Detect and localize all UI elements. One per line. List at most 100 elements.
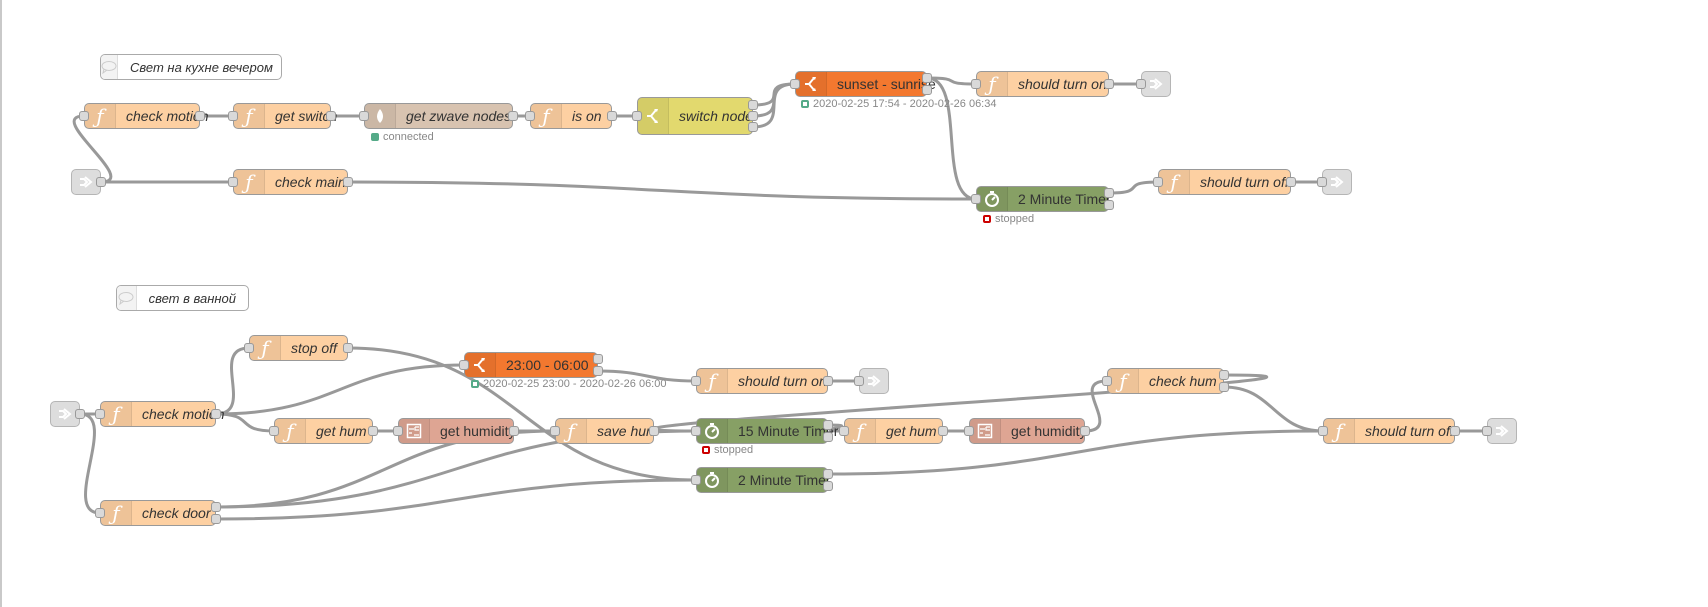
- node-should-turn-on[interactable]: ƒ should turn on: [971, 71, 1114, 97]
- input-port[interactable]: [1153, 177, 1163, 187]
- output-port-2[interactable]: [593, 366, 603, 376]
- output-port[interactable]: [1450, 426, 1460, 436]
- output-port[interactable]: [368, 426, 378, 436]
- wire-f1-switch_node-to-f1-sunset_sunrise[interactable]: [752, 82, 796, 107]
- output-port-2[interactable]: [1219, 382, 1229, 392]
- output-port[interactable]: [211, 409, 221, 419]
- node-stop-off[interactable]: ƒ stop off: [244, 335, 353, 361]
- node-should-turn-off[interactable]: ƒ should turn off: [1318, 418, 1460, 444]
- output-port[interactable]: [1104, 79, 1114, 89]
- output-port-3[interactable]: [748, 122, 758, 132]
- input-port[interactable]: [691, 376, 701, 386]
- output-port[interactable]: [508, 111, 518, 121]
- output-port[interactable]: [326, 111, 336, 121]
- input-port[interactable]: [459, 360, 469, 370]
- output-port-1[interactable]: [823, 420, 833, 430]
- wire-f2-check_door-to-f2-timer_2min[interactable]: [215, 478, 697, 521]
- node-2-minute-timer[interactable]: 2 Minute Timer: [691, 467, 833, 493]
- input-port[interactable]: [228, 111, 238, 121]
- wire-f1-sunset_sunrise-to-f1-timer_2min[interactable]: [926, 76, 977, 201]
- node-check-hum[interactable]: ƒ check hum: [1102, 368, 1229, 394]
- wire-f2-get_humidity_2-to-f2-check_hum[interactable]: [1084, 379, 1108, 433]
- node-save-hum[interactable]: ƒ save hum: [550, 418, 659, 444]
- output-port[interactable]: [823, 376, 833, 386]
- output-port[interactable]: [195, 111, 205, 121]
- output-port[interactable]: [343, 177, 353, 187]
- wire-f2-check_motion-to-f2-time_23_06[interactable]: [215, 363, 465, 416]
- input-port[interactable]: [971, 194, 981, 204]
- output-port[interactable]: [509, 426, 519, 436]
- output-port-1[interactable]: [1104, 188, 1114, 198]
- node-check-main[interactable]: ƒ check main: [228, 169, 353, 195]
- output-port-1[interactable]: [823, 469, 833, 479]
- input-port[interactable]: [1482, 426, 1492, 436]
- node-get-humidity[interactable]: get humidity: [393, 418, 519, 444]
- wire-f1-switch_node-to-f1-sunset_sunrise[interactable]: [752, 82, 796, 129]
- input-port[interactable]: [550, 426, 560, 436]
- output-port-2[interactable]: [823, 432, 833, 442]
- link-out-node[interactable]: [1482, 418, 1517, 444]
- output-port-1[interactable]: [1219, 370, 1229, 380]
- wire-f1-check_main-to-f1-timer_2min[interactable]: [347, 180, 977, 201]
- input-port[interactable]: [244, 343, 254, 353]
- input-port[interactable]: [95, 409, 105, 419]
- wire-f2-check_motion-to-f2-get_hum_1[interactable]: [215, 412, 275, 433]
- output-port-2[interactable]: [922, 85, 932, 95]
- output-port[interactable]: [75, 409, 85, 419]
- node-get-humidity[interactable]: get humidity: [964, 418, 1090, 444]
- input-port[interactable]: [632, 111, 642, 121]
- node-switch-node[interactable]: switch node: [632, 97, 758, 135]
- output-port[interactable]: [1080, 426, 1090, 436]
- node-check-motion[interactable]: ƒ check motion: [79, 103, 208, 129]
- input-port[interactable]: [691, 426, 701, 436]
- node-check-door[interactable]: ƒ check door: [95, 500, 221, 526]
- wire-f1-timer_2min-to-f1-should_turn_off[interactable]: [1108, 180, 1159, 195]
- output-port-1[interactable]: [593, 354, 603, 364]
- node-should-turn-on[interactable]: ƒ should turn on: [691, 368, 833, 394]
- output-port[interactable]: [96, 177, 106, 187]
- node-get-zwave-nodes[interactable]: get zwave nodes: [359, 103, 518, 129]
- output-port-2[interactable]: [748, 111, 758, 121]
- node-get-switch[interactable]: ƒ get switch: [228, 103, 337, 129]
- input-port[interactable]: [854, 376, 864, 386]
- link-out-node[interactable]: [854, 368, 889, 394]
- input-port[interactable]: [79, 111, 89, 121]
- input-port[interactable]: [393, 426, 403, 436]
- input-port[interactable]: [1317, 177, 1327, 187]
- link-out-node[interactable]: [1136, 71, 1171, 97]
- input-port[interactable]: [1136, 79, 1146, 89]
- output-port-2[interactable]: [1104, 200, 1114, 210]
- input-port[interactable]: [1102, 376, 1112, 386]
- output-port[interactable]: [649, 426, 659, 436]
- output-port-2[interactable]: [823, 481, 833, 491]
- wire-f1-switch_node-to-f1-sunset_sunrise[interactable]: [752, 82, 796, 118]
- node-sunset-sunrise[interactable]: sunset - sunrise: [790, 71, 936, 97]
- output-port-1[interactable]: [922, 73, 932, 83]
- node-should-turn-off[interactable]: ƒ should turn off: [1153, 169, 1296, 195]
- node-get-hum[interactable]: ƒ get hum: [269, 418, 378, 444]
- link-in-node[interactable]: [50, 401, 85, 427]
- output-port[interactable]: [938, 426, 948, 436]
- wire-f2-check_hum-to-f2-should_turn_off[interactable]: [1223, 385, 1324, 433]
- output-port-2[interactable]: [211, 514, 221, 524]
- input-port[interactable]: [839, 426, 849, 436]
- wire-f2-link_in-to-f2-check_door[interactable]: [79, 412, 101, 515]
- node-time-23-06[interactable]: 23:00 - 06:00: [459, 352, 603, 378]
- output-port-1[interactable]: [211, 502, 221, 512]
- output-port[interactable]: [607, 111, 617, 121]
- output-port[interactable]: [1286, 177, 1296, 187]
- output-port[interactable]: [343, 343, 353, 353]
- wire-f2-check_motion-to-f2-stop_off[interactable]: [215, 346, 250, 416]
- comment-kitchen[interactable]: Свет на кухне вечером: [100, 54, 282, 80]
- input-port[interactable]: [269, 426, 279, 436]
- node-check-motion[interactable]: ƒ check motion: [95, 401, 224, 427]
- input-port[interactable]: [525, 111, 535, 121]
- input-port[interactable]: [971, 79, 981, 89]
- node-2-minute-timer[interactable]: 2 Minute Timer: [971, 186, 1114, 212]
- comment-bathroom[interactable]: свет в ванной: [116, 285, 249, 311]
- input-port[interactable]: [95, 508, 105, 518]
- input-port[interactable]: [790, 79, 800, 89]
- link-out-node[interactable]: [1317, 169, 1352, 195]
- node-is-on[interactable]: ƒ is on: [525, 103, 617, 129]
- input-port[interactable]: [359, 111, 369, 121]
